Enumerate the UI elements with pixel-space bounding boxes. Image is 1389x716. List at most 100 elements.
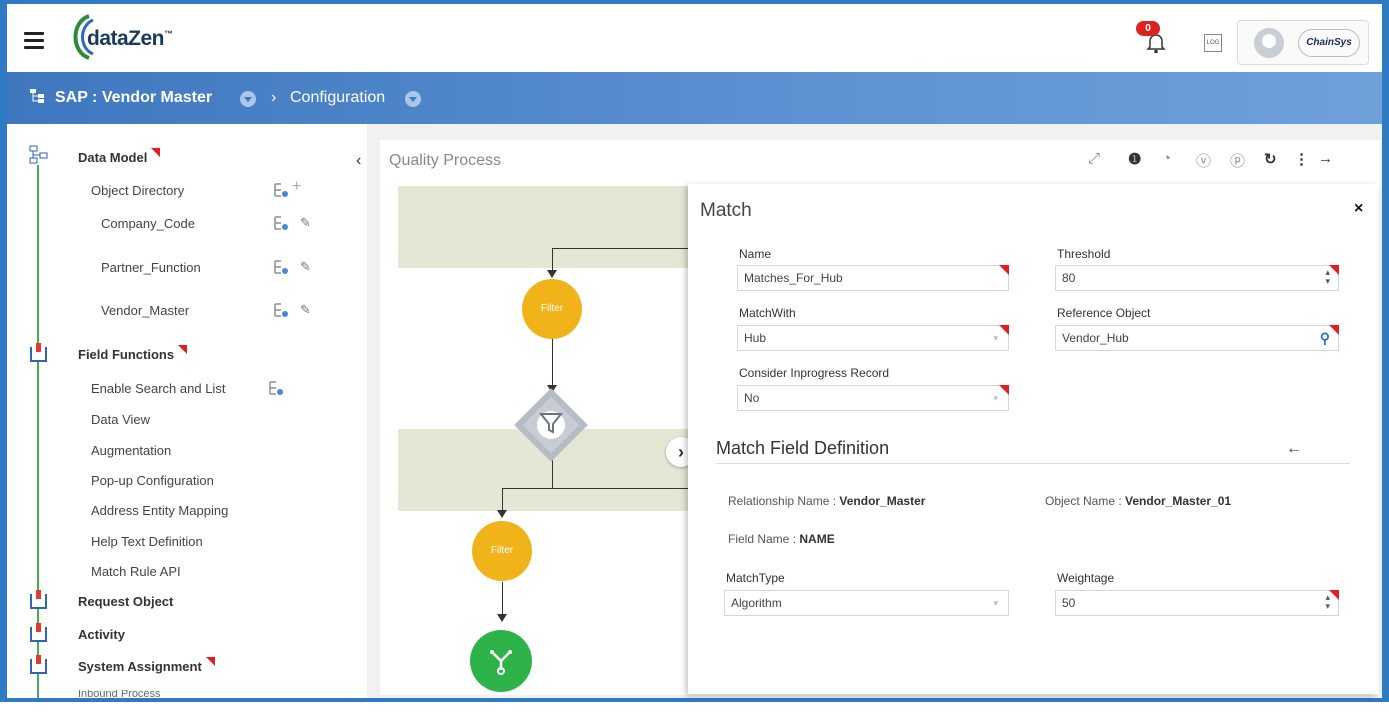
filter-node[interactable]: Filter bbox=[522, 279, 582, 339]
version-icon[interactable]: ⓥ bbox=[1196, 150, 1211, 171]
validate-icon[interactable]: ◔ bbox=[1162, 150, 1171, 167]
name-field[interactable]: Matches_For_Hub bbox=[737, 265, 1009, 291]
breadcrumb: SAP : Vendor Master › Configuration bbox=[7, 72, 1382, 124]
section-title: Match Field Definition bbox=[716, 438, 890, 458]
refresh-icon[interactable]: ↻ bbox=[1264, 150, 1277, 168]
edit-icon[interactable]: ✎ bbox=[300, 215, 311, 231]
collapse-sidebar-icon[interactable]: ‹ bbox=[356, 152, 361, 170]
app-logo[interactable]: dataZen™ bbox=[67, 12, 207, 64]
arrow-down-icon bbox=[547, 270, 557, 278]
relationship-name: Relationship Name : Vendor_Master bbox=[728, 494, 926, 508]
tree-icon[interactable] bbox=[273, 302, 291, 318]
name-label: Name bbox=[739, 247, 772, 261]
sidebar-item-data-view[interactable]: Data View bbox=[91, 412, 150, 427]
reference-object-field[interactable]: Vendor_Hub ⚲ bbox=[1055, 325, 1339, 351]
tree-icon[interactable] bbox=[273, 182, 291, 198]
swimlane bbox=[398, 186, 698, 268]
section-name[interactable]: Configuration bbox=[290, 89, 385, 107]
weightage-stepper[interactable]: 50 ▴ ▾ bbox=[1055, 590, 1339, 616]
activity-icon bbox=[30, 623, 47, 642]
connector bbox=[552, 456, 553, 488]
logo-text: dataZen™ bbox=[87, 27, 173, 50]
connector bbox=[502, 488, 503, 512]
brand-logo: ChainSys bbox=[1298, 29, 1360, 57]
sidebar-item-company-code[interactable]: Company_Code bbox=[101, 216, 195, 231]
sidebar-item-vendor-master[interactable]: Vendor_Master bbox=[101, 303, 189, 318]
threshold-label: Threshold bbox=[1057, 247, 1111, 261]
request-object-icon bbox=[30, 590, 47, 609]
panel-title: Match bbox=[700, 200, 752, 221]
matchtype-select[interactable]: Algorithm ▾ bbox=[724, 590, 1009, 616]
weightage-label: Weightage bbox=[1057, 571, 1115, 585]
tree-line bbox=[37, 165, 39, 698]
close-icon[interactable]: × bbox=[1354, 200, 1363, 218]
section-dropdown-icon[interactable] bbox=[405, 91, 421, 107]
sidebar-group-request-object[interactable]: Request Object bbox=[78, 594, 173, 609]
merge-icon bbox=[490, 650, 512, 675]
sidebar bbox=[7, 124, 367, 698]
sidebar-group-field-functions[interactable]: Field Functions bbox=[78, 345, 188, 362]
sidebar-item-address-mapping[interactable]: Address Entity Mapping bbox=[91, 503, 228, 518]
log-icon[interactable]: LOG bbox=[1204, 34, 1222, 52]
more-icon[interactable]: ⋮ bbox=[1294, 150, 1309, 168]
sidebar-item-help-text[interactable]: Help Text Definition bbox=[91, 534, 203, 549]
info-icon[interactable]: ❶ bbox=[1128, 150, 1141, 168]
sidebar-item-popup-config[interactable]: Pop-up Configuration bbox=[91, 473, 214, 488]
sidebar-item-enable-search[interactable]: Enable Search and List bbox=[91, 381, 225, 396]
divider bbox=[716, 463, 1350, 464]
matchwith-select[interactable]: Hub ▾ bbox=[737, 325, 1009, 351]
project-dropdown-icon[interactable] bbox=[240, 91, 256, 107]
threshold-stepper[interactable]: 80 ▴ ▾ bbox=[1055, 265, 1339, 291]
data-model-icon bbox=[29, 145, 48, 164]
hierarchy-icon bbox=[30, 89, 44, 103]
field-functions-icon bbox=[30, 343, 47, 362]
inprogress-label: Consider Inprogress Record bbox=[739, 366, 890, 380]
breadcrumb-separator: › bbox=[271, 89, 277, 106]
menu-icon[interactable] bbox=[24, 32, 44, 49]
inprogress-select[interactable]: No ▾ bbox=[737, 385, 1009, 411]
matchwith-label: MatchWith bbox=[739, 306, 796, 320]
tree-icon[interactable] bbox=[268, 380, 286, 396]
sidebar-item-object-directory[interactable]: Object Directory bbox=[91, 183, 184, 198]
user-menu[interactable]: ChainSys bbox=[1237, 20, 1369, 65]
filter-node[interactable]: Filter bbox=[472, 521, 532, 581]
reference-object-label: Reference Object bbox=[1057, 306, 1151, 320]
connector bbox=[502, 582, 503, 616]
sidebar-group-activity[interactable]: Activity bbox=[78, 627, 125, 642]
field-name: Field Name : NAME bbox=[728, 532, 835, 546]
required-flag-icon bbox=[205, 657, 215, 666]
project-name: SAP : Vendor Master bbox=[55, 89, 213, 106]
expand-icon[interactable]: ⤢ bbox=[1088, 150, 1100, 167]
back-arrow-icon[interactable]: ← bbox=[1286, 440, 1302, 458]
sidebar-item-partner-function[interactable]: Partner_Function bbox=[101, 260, 201, 275]
tree-icon[interactable] bbox=[273, 259, 291, 275]
system-assignment-icon bbox=[30, 655, 47, 674]
matchtype-label: MatchType bbox=[726, 571, 785, 585]
required-flag-icon bbox=[151, 148, 161, 157]
connector bbox=[552, 248, 553, 272]
funnel-icon bbox=[534, 410, 568, 444]
tree-icon[interactable] bbox=[273, 215, 291, 231]
arrow-down-icon bbox=[497, 510, 507, 518]
connector bbox=[552, 339, 553, 387]
sidebar-group-data-model[interactable]: Data Model bbox=[78, 148, 161, 165]
sidebar-group-system-assignment[interactable]: System Assignment bbox=[78, 657, 215, 674]
sidebar-item-augmentation[interactable]: Augmentation bbox=[91, 443, 171, 458]
arrow-right-icon[interactable]: → bbox=[1318, 150, 1333, 167]
sidebar-item-match-rule-api[interactable]: Match Rule API bbox=[91, 564, 181, 579]
top-header: dataZen™ 0 LOG ChainSys bbox=[7, 4, 1382, 72]
publish-icon[interactable]: ⓟ bbox=[1230, 150, 1245, 171]
connector bbox=[502, 488, 688, 489]
required-flag-icon bbox=[178, 345, 188, 354]
notification-badge: 0 bbox=[1136, 21, 1160, 36]
object-name: Object Name : Vendor_Master_01 bbox=[1045, 494, 1232, 508]
canvas-title: Quality Process bbox=[389, 152, 502, 169]
add-icon[interactable]: + bbox=[292, 178, 301, 196]
connector bbox=[552, 248, 688, 249]
sidebar-group-inbound-process[interactable]: Inbound Process bbox=[78, 690, 161, 698]
arrow-down-icon bbox=[497, 614, 507, 622]
edit-icon[interactable]: ✎ bbox=[300, 302, 311, 318]
avatar bbox=[1254, 28, 1284, 58]
edit-icon[interactable]: ✎ bbox=[300, 259, 311, 275]
merge-node[interactable] bbox=[470, 630, 532, 692]
